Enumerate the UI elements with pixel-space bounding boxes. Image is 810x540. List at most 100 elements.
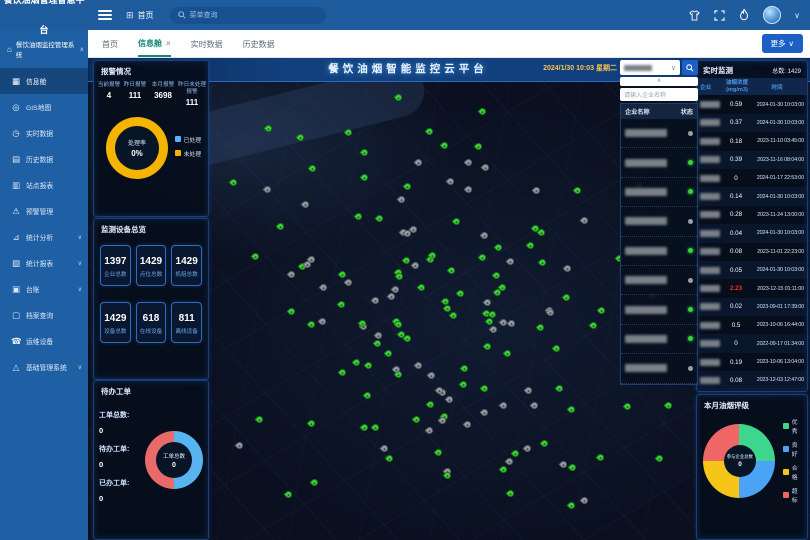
map-pin[interactable] (482, 342, 492, 352)
map-pin[interactable] (655, 454, 665, 464)
map-pin[interactable] (434, 448, 444, 458)
map-pin[interactable] (263, 184, 273, 194)
map-pin[interactable] (359, 173, 369, 183)
map-pin[interactable] (492, 270, 502, 280)
map-pin[interactable] (235, 441, 245, 451)
map-pin[interactable] (663, 400, 673, 410)
realtime-row[interactable]: 0.182023-11-10 03:45:00 (697, 132, 807, 150)
map-pin[interactable] (375, 213, 385, 223)
map-pin[interactable] (287, 307, 297, 317)
map-pin[interactable] (319, 283, 329, 293)
map-pin[interactable] (402, 182, 412, 192)
realtime-row[interactable]: 0.192023-10-06 13:04:00 (697, 353, 807, 371)
map-pin[interactable] (300, 200, 310, 210)
map-pin[interactable] (452, 216, 462, 226)
map-pin[interactable] (424, 127, 434, 137)
map-pin[interactable] (449, 310, 459, 320)
map-pin[interactable] (359, 423, 369, 433)
map-pin[interactable] (463, 419, 473, 429)
map-pin[interactable] (479, 384, 489, 394)
map-pin[interactable] (412, 415, 422, 425)
map-pin[interactable] (480, 231, 490, 241)
more-button[interactable]: 更多 ∨ (762, 34, 804, 53)
map-pin[interactable] (464, 185, 474, 195)
map-pin[interactable] (536, 322, 546, 332)
map-pin[interactable] (573, 186, 583, 196)
map-pin[interactable] (506, 257, 516, 267)
map-pin[interactable] (522, 443, 532, 453)
map-pin[interactable] (307, 320, 317, 330)
map-pin[interactable] (416, 283, 426, 293)
map-pin[interactable] (411, 261, 421, 271)
tab-close-icon[interactable]: × (166, 39, 171, 48)
map-pin[interactable] (363, 391, 373, 401)
realtime-row[interactable]: 0.082023-11-01 22:23:00 (697, 243, 807, 261)
map-pin[interactable] (352, 357, 362, 367)
realtime-row[interactable]: 0.52023-10-06 16:44:00 (697, 316, 807, 334)
realtime-row[interactable]: 0.282023-11-24 13:00:00 (697, 206, 807, 224)
map-pin[interactable] (540, 439, 550, 449)
realtime-row[interactable]: 0.052024-01-30 10:03:00 (697, 261, 807, 279)
tab-历史数据[interactable]: 历史数据 (243, 30, 275, 57)
realtime-row[interactable]: 0.022023-09-01 17:39:00 (697, 298, 807, 316)
map-pin[interactable] (580, 216, 590, 226)
sidebar-item-ops-device[interactable]: ☎运维设备 (0, 328, 88, 354)
tab-实时数据[interactable]: 实时数据 (191, 30, 223, 57)
map-pin[interactable] (537, 258, 547, 268)
map-pin[interactable] (477, 106, 487, 116)
map-pin[interactable] (460, 363, 470, 373)
enterprise-row[interactable] (621, 237, 697, 266)
map-pin[interactable] (622, 401, 632, 411)
map-pin[interactable] (458, 380, 468, 390)
map-pin[interactable] (444, 395, 454, 405)
map-pin[interactable] (563, 264, 573, 274)
map-pin[interactable] (489, 325, 499, 335)
map-pin[interactable] (481, 163, 491, 173)
sidebar-item-ledger[interactable]: ▣台账∨ (0, 276, 88, 302)
sidebar-item-gis-map[interactable]: ◎GIS地图 (0, 94, 88, 120)
enterprise-select-dropdown[interactable]: ∨ (620, 60, 680, 75)
map-pin[interactable] (558, 460, 568, 470)
realtime-row[interactable]: 0.592024-01-30 10:03:00 (697, 95, 807, 113)
map-pin[interactable] (507, 318, 517, 328)
map-pin[interactable] (510, 448, 520, 458)
map-pin[interactable] (344, 277, 354, 287)
map-pin[interactable] (446, 266, 456, 276)
map-pin[interactable] (354, 211, 364, 221)
map-pin[interactable] (566, 500, 576, 510)
map-pin[interactable] (566, 404, 576, 414)
sidebar-item-history-data[interactable]: ▤历史数据 (0, 146, 88, 172)
tab-首页[interactable]: 首页 (102, 30, 118, 57)
map-pin[interactable] (474, 141, 484, 151)
menu-search-input[interactable]: 菜单查询 (170, 7, 326, 24)
sidebar-item-archive-query[interactable]: ▢档案查询 (0, 302, 88, 328)
map-pin[interactable] (561, 292, 571, 302)
map-pin[interactable] (524, 386, 534, 396)
map-pin[interactable] (552, 344, 562, 354)
enterprise-row[interactable] (621, 178, 697, 207)
sidebar-item-base-system[interactable]: △基础管理系统∨ (0, 354, 88, 380)
enterprise-row[interactable] (621, 354, 697, 383)
map-pin[interactable] (494, 243, 504, 253)
map-pin[interactable] (397, 194, 407, 204)
hamburger-menu-icon[interactable] (98, 10, 112, 20)
map-pin[interactable] (427, 371, 437, 381)
enterprise-row[interactable] (621, 295, 697, 324)
flame-icon[interactable] (738, 9, 750, 21)
map-pin[interactable] (555, 384, 565, 394)
map-pin[interactable] (502, 348, 512, 358)
sidebar-item-info-cabin[interactable]: ▦信息舱 (0, 68, 88, 94)
user-menu-chevron-down-icon[interactable]: ∨ (794, 11, 800, 20)
map-pin[interactable] (483, 298, 493, 308)
realtime-row[interactable]: 0.042024-01-30 10:03:00 (697, 224, 807, 242)
theme-shirt-icon[interactable] (688, 9, 700, 21)
sidebar-item-site-report[interactable]: ▥站点报表 (0, 172, 88, 198)
realtime-row[interactable]: 02024-01-17 22:53:00 (697, 169, 807, 187)
map-pin[interactable] (589, 321, 599, 331)
map-pin[interactable] (317, 317, 327, 327)
map-pin[interactable] (456, 288, 466, 298)
enterprise-row[interactable] (621, 148, 697, 177)
map-pin[interactable] (595, 453, 605, 463)
map-pin[interactable] (499, 465, 509, 475)
map-pin[interactable] (336, 299, 346, 309)
